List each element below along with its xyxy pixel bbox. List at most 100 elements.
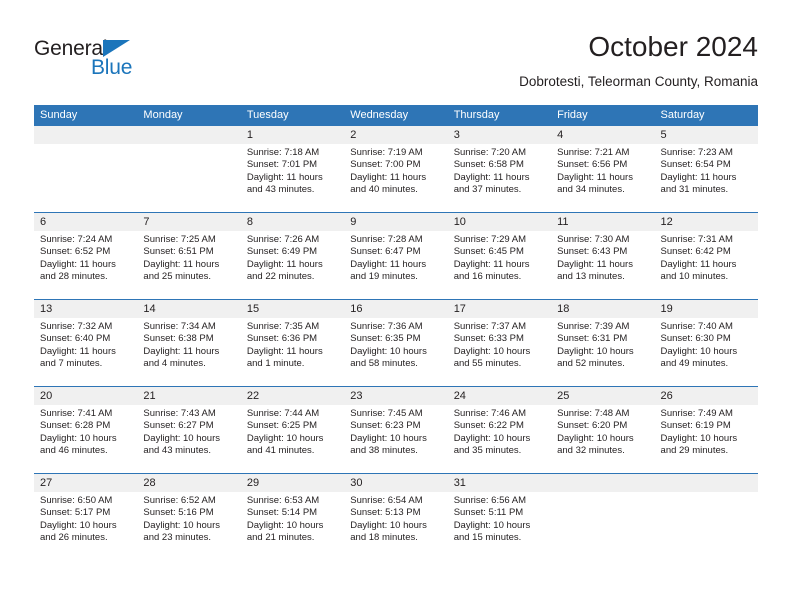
sunrise-text: Sunrise: 7:39 AM [557,321,630,332]
daylight-text: Daylight: 11 hours and 37 minutes. [453,171,530,196]
day-number[interactable]: 10 [447,213,552,231]
day-number[interactable]: 15 [240,300,345,318]
day-cell[interactable]: Sunrise: 7:30 AM Sunset: 6:43 PM Daylight:… [551,231,655,299]
day-number-empty [137,126,241,144]
weekday-header-tuesday: Tuesday [240,105,345,126]
day-cell[interactable]: Sunrise: 7:28 AM Sunset: 6:47 PM Daylight:… [344,231,448,299]
sunset-text: Sunset: 6:49 PM [246,246,318,258]
daylight-text: Daylight: 10 hours and 26 minutes. [40,519,117,544]
day-cell[interactable]: Sunrise: 6:50 AM Sunset: 5:17 PM Daylight:… [34,492,138,560]
daylight-text: Daylight: 10 hours and 21 minutes. [246,519,324,544]
daylight-text: Daylight: 11 hours and 34 minutes. [557,171,633,196]
daylight-text: Daylight: 10 hours and 41 minutes. [246,432,324,457]
daylight-text: Daylight: 11 hours and 7 minutes. [40,345,116,370]
day-cell[interactable]: Sunrise: 7:31 AM Sunset: 6:42 PM Daylight:… [654,231,758,299]
day-number[interactable]: 30 [344,474,448,492]
day-cell[interactable]: Sunrise: 6:52 AM Sunset: 5:16 PM Daylight:… [137,492,241,560]
sunrise-text: Sunrise: 6:50 AM [40,495,113,506]
day-number[interactable]: 18 [551,300,655,318]
day-number[interactable]: 27 [34,474,138,492]
day-number[interactable]: 8 [240,213,345,231]
day-cell[interactable]: Sunrise: 6:56 AM Sunset: 5:11 PM Daylight:… [447,492,552,560]
page-header: General Blue October 2024 Dobrotesti, Te… [34,30,758,100]
day-number[interactable]: 31 [447,474,552,492]
sunset-text: Sunset: 6:38 PM [143,333,214,345]
day-number[interactable]: 20 [34,387,138,405]
sunrise-text: Sunrise: 7:41 AM [40,408,113,419]
day-number[interactable]: 28 [137,474,241,492]
day-number[interactable]: 24 [447,387,552,405]
sunset-text: Sunset: 6:36 PM [246,333,318,345]
sunset-text: Sunset: 6:23 PM [350,420,421,432]
day-cell[interactable]: Sunrise: 7:44 AM Sunset: 6:25 PM Daylight:… [240,405,345,473]
page-title: October 2024 [588,31,758,62]
daylight-text: Daylight: 10 hours and 43 minutes. [143,432,220,457]
day-number-empty [34,126,138,144]
day-number[interactable]: 6 [34,213,138,231]
day-cell[interactable]: Sunrise: 7:45 AM Sunset: 6:23 PM Daylight:… [344,405,448,473]
day-cell[interactable]: Sunrise: 7:40 AM Sunset: 6:30 PM Daylight:… [654,318,758,386]
day-cell[interactable]: Sunrise: 7:34 AM Sunset: 6:38 PM Daylight:… [137,318,241,386]
day-number[interactable]: 17 [447,300,552,318]
sunset-text: Sunset: 7:00 PM [350,159,421,171]
day-cell[interactable]: Sunrise: 7:25 AM Sunset: 6:51 PM Daylight:… [137,231,241,299]
page-subtitle: Dobrotesti, Teleorman County, Romania [519,74,758,89]
day-number[interactable]: 29 [240,474,345,492]
day-number[interactable]: 26 [654,387,758,405]
day-number[interactable]: 7 [137,213,241,231]
day-number[interactable]: 21 [137,387,241,405]
day-number[interactable]: 14 [137,300,241,318]
day-cell[interactable]: Sunrise: 7:32 AM Sunset: 6:40 PM Daylight:… [34,318,138,386]
day-number[interactable]: 22 [240,387,345,405]
day-cell[interactable]: Sunrise: 7:35 AM Sunset: 6:36 PM Daylight:… [240,318,345,386]
day-cell[interactable]: Sunrise: 7:39 AM Sunset: 6:31 PM Daylight:… [551,318,655,386]
day-number[interactable]: 19 [654,300,758,318]
day-cell[interactable]: Sunrise: 7:36 AM Sunset: 6:35 PM Daylight:… [344,318,448,386]
day-number[interactable]: 13 [34,300,138,318]
day-cell[interactable]: Sunrise: 7:37 AM Sunset: 6:33 PM Daylight:… [447,318,552,386]
day-number[interactable]: 1 [240,126,345,144]
daylight-text: Daylight: 10 hours and 55 minutes. [453,345,531,370]
sunrise-text: Sunrise: 7:44 AM [246,408,320,419]
day-cell[interactable]: Sunrise: 7:21 AM Sunset: 6:56 PM Daylight:… [551,144,655,212]
day-number[interactable]: 23 [344,387,448,405]
day-cell[interactable]: Sunrise: 7:19 AM Sunset: 7:00 PM Daylight:… [344,144,448,212]
day-cell[interactable]: Sunrise: 7:23 AM Sunset: 6:54 PM Daylight:… [654,144,758,212]
day-number[interactable]: 2 [344,126,448,144]
day-number[interactable]: 16 [344,300,448,318]
day-number[interactable]: 4 [551,126,655,144]
daylight-text: Daylight: 11 hours and 28 minutes. [40,258,116,283]
day-cell[interactable]: Sunrise: 7:48 AM Sunset: 6:20 PM Daylight:… [551,405,655,473]
sunrise-text: Sunrise: 7:36 AM [350,321,423,332]
weekday-header-saturday: Saturday [654,105,758,126]
day-cell[interactable]: Sunrise: 7:18 AM Sunset: 7:01 PM Daylight:… [240,144,345,212]
day-number[interactable]: 12 [654,213,758,231]
daylight-text: Daylight: 10 hours and 18 minutes. [350,519,427,544]
week-daynumber-row: 12345 [34,126,758,144]
day-cell[interactable]: Sunrise: 7:24 AM Sunset: 6:52 PM Daylight:… [34,231,138,299]
day-number[interactable]: 5 [654,126,758,144]
day-number[interactable]: 25 [551,387,655,405]
day-cell[interactable]: Sunrise: 7:46 AM Sunset: 6:22 PM Daylight:… [447,405,552,473]
day-cell[interactable]: Sunrise: 7:26 AM Sunset: 6:49 PM Daylight:… [240,231,345,299]
day-number[interactable]: 3 [447,126,552,144]
daylight-text: Daylight: 10 hours and 46 minutes. [40,432,117,457]
sunset-text: Sunset: 6:35 PM [350,333,421,345]
sunrise-text: Sunrise: 7:20 AM [453,147,527,158]
day-cell[interactable]: Sunrise: 7:41 AM Sunset: 6:28 PM Daylight:… [34,405,138,473]
day-cell[interactable]: Sunrise: 7:43 AM Sunset: 6:27 PM Daylight:… [137,405,241,473]
sunrise-text: Sunrise: 7:49 AM [660,408,733,419]
daylight-text: Daylight: 11 hours and 31 minutes. [660,171,737,196]
day-number[interactable]: 9 [344,213,448,231]
day-cell[interactable]: Sunrise: 7:49 AM Sunset: 6:19 PM Daylight:… [654,405,758,473]
sunset-text: Sunset: 6:51 PM [143,246,214,258]
day-cell[interactable]: Sunrise: 6:54 AM Sunset: 5:13 PM Daylight:… [344,492,448,560]
day-number[interactable]: 11 [551,213,655,231]
day-cell[interactable]: Sunrise: 7:29 AM Sunset: 6:45 PM Daylight:… [447,231,552,299]
week-details-row: Sunrise: 7:32 AM Sunset: 6:40 PM Daylight:… [34,318,758,386]
week-details-row: Sunrise: 6:50 AM Sunset: 5:17 PM Daylight:… [34,492,758,560]
day-cell[interactable]: Sunrise: 6:53 AM Sunset: 5:14 PM Daylight:… [240,492,345,560]
daylight-text: Daylight: 10 hours and 52 minutes. [557,345,634,370]
day-cell[interactable]: Sunrise: 7:20 AM Sunset: 6:58 PM Daylight:… [447,144,552,212]
sunset-text: Sunset: 6:28 PM [40,420,111,432]
